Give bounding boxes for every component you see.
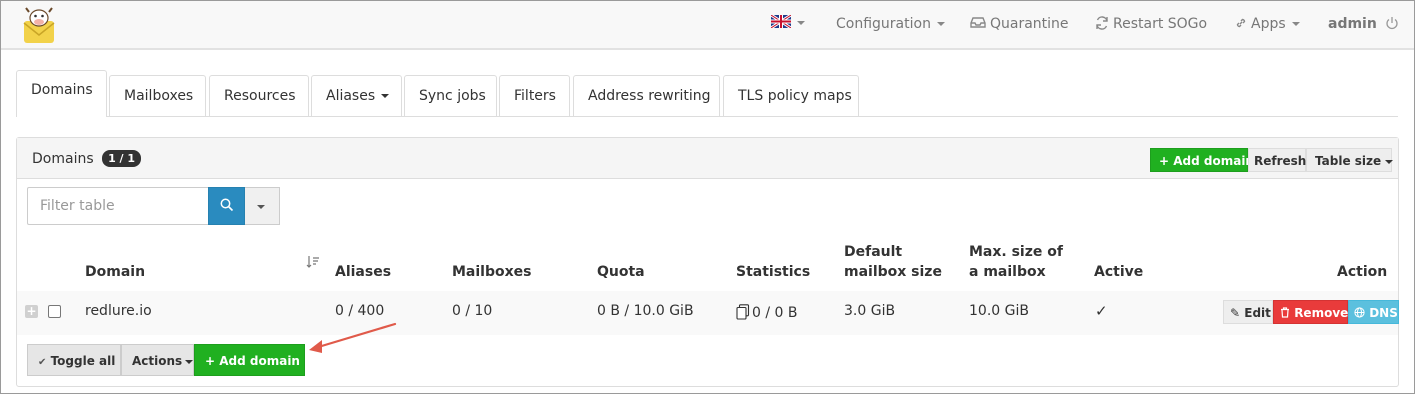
remove-button[interactable]: Remove (1273, 300, 1348, 324)
chevron-down-icon (797, 21, 805, 25)
add-domain-label: Add domain (1173, 154, 1254, 168)
trash-icon (1281, 307, 1289, 318)
tab-aliases-label: Aliases (326, 88, 376, 104)
nav-quarantine[interactable]: Quarantine (970, 16, 1069, 32)
table-row (17, 291, 1398, 335)
table-size-button[interactable]: Table size (1306, 148, 1394, 172)
tab-address-rewriting[interactable]: Address rewriting (573, 75, 720, 116)
tab-resources[interactable]: Resources (209, 75, 309, 116)
cell-statistics: 0 / 0 B (736, 304, 798, 321)
col-header-max-size-line2: a mailbox (969, 264, 1046, 280)
domain-count-badge: 1 / 1 (102, 150, 142, 167)
cell-mailboxes: 0 / 10 (452, 303, 493, 319)
uk-flag-icon (770, 13, 792, 30)
add-domain-button-bottom[interactable]: + Add domain (194, 344, 305, 376)
table-size-label: Table size (1315, 154, 1382, 168)
toggle-all-button[interactable]: ✔ Toggle all (27, 344, 121, 376)
filter-options-dropdown[interactable] (245, 187, 280, 225)
add-domain-bottom-label: Add domain (219, 354, 300, 368)
col-header-active[interactable]: Active (1094, 262, 1143, 282)
sort-icon[interactable] (306, 255, 320, 269)
refresh-button[interactable]: Refresh (1248, 148, 1306, 172)
toggle-all-label: Toggle all (50, 354, 116, 368)
documents-icon (736, 304, 750, 320)
nav-apps[interactable]: Apps (1235, 16, 1300, 32)
col-header-mailboxes[interactable]: Mailboxes (452, 262, 531, 282)
filter-table-input[interactable] (27, 187, 209, 225)
col-header-aliases[interactable]: Aliases (335, 262, 391, 282)
actions-button[interactable]: Actions (121, 344, 194, 376)
panel-title-text: Domains (32, 151, 94, 167)
tab-aliases[interactable]: Aliases (311, 75, 402, 116)
top-navbar: Configuration Quarantine Restart SOGo Ap… (1, 1, 1414, 50)
row-select-checkbox[interactable] (48, 305, 61, 318)
link-icon (1236, 18, 1246, 28)
cell-quota: 0 B / 10.0 GiB (597, 303, 694, 319)
pencil-icon: ✎ (1230, 306, 1241, 320)
language-selector[interactable] (770, 13, 805, 31)
nav-restart-sogo-label: Restart SOGo (1113, 16, 1208, 32)
refresh-icon (1096, 16, 1108, 30)
quarantine-icon (970, 17, 986, 28)
col-header-action: Action (1337, 264, 1388, 280)
col-header-default-size-line2: mailbox size (844, 264, 942, 280)
chevron-down-icon (936, 22, 945, 26)
search-icon (220, 198, 234, 212)
cell-default-size: 3.0 GiB (844, 303, 896, 319)
cell-aliases: 0 / 400 (335, 303, 385, 319)
edit-label: Edit (1244, 306, 1271, 320)
chevron-down-icon (381, 94, 390, 98)
expand-row-icon[interactable]: + (25, 305, 38, 318)
tab-sync-jobs[interactable]: Sync jobs (404, 75, 497, 116)
col-header-quota[interactable]: Quota (597, 262, 645, 282)
chevron-down-icon (257, 205, 265, 209)
active-check-icon: ✓ (1095, 302, 1108, 320)
tab-filters[interactable]: Filters (499, 75, 570, 116)
annotation-arrow (309, 322, 397, 353)
plus-icon: + (205, 354, 220, 368)
chevron-down-icon (1385, 159, 1394, 164)
power-icon (1386, 17, 1398, 30)
dns-label: DNS (1369, 306, 1398, 320)
col-header-domain[interactable]: Domain (85, 262, 145, 282)
nav-configuration-label: Configuration (836, 16, 931, 32)
nav-quarantine-label: Quarantine (990, 16, 1069, 32)
tab-tls-policy-maps[interactable]: TLS policy maps (723, 75, 859, 116)
dns-button[interactable]: DNS (1348, 300, 1399, 324)
cell-statistics-value: 0 / 0 B (752, 305, 798, 321)
chevron-down-icon (1291, 22, 1300, 26)
nav-restart-sogo[interactable]: Restart SOGo (1095, 16, 1207, 32)
domains-panel: Domains 1 / 1 + Add domain Refresh Table… (16, 137, 1399, 387)
edit-button[interactable]: ✎ Edit (1223, 300, 1273, 324)
plus-icon: + (1159, 154, 1174, 168)
globe-icon (1354, 307, 1365, 318)
nav-apps-label: Apps (1251, 16, 1286, 32)
remove-label: Remove (1294, 306, 1349, 320)
double-check-icon: ✔ (38, 357, 47, 368)
col-header-max-size-line1: Max. size of (969, 244, 1063, 260)
tab-bar-line (16, 116, 1398, 117)
chevron-down-icon (185, 359, 194, 364)
nav-configuration[interactable]: Configuration (836, 16, 945, 32)
col-header-default-size[interactable]: Default mailbox size (844, 242, 942, 282)
search-button[interactable] (208, 187, 245, 225)
col-header-default-size-line1: Default (844, 244, 903, 260)
cell-max-size: 10.0 GiB (969, 303, 1029, 319)
tab-domains[interactable]: Domains (16, 70, 107, 117)
mailcow-logo-icon[interactable] (21, 7, 57, 45)
col-header-max-size[interactable]: Max. size of a mailbox (969, 242, 1063, 282)
nav-user-label: admin (1328, 16, 1377, 32)
panel-heading: Domains 1 / 1 + Add domain Refresh Table… (17, 138, 1398, 179)
col-header-statistics[interactable]: Statistics (736, 262, 810, 282)
panel-title: Domains 1 / 1 (32, 150, 142, 167)
add-domain-button-top[interactable]: + Add domain (1150, 148, 1254, 172)
cell-domain: redlure.io (85, 303, 152, 319)
nav-user-menu[interactable]: admin (1328, 16, 1399, 32)
actions-label: Actions (132, 354, 183, 368)
tab-mailboxes[interactable]: Mailboxes (109, 75, 206, 116)
